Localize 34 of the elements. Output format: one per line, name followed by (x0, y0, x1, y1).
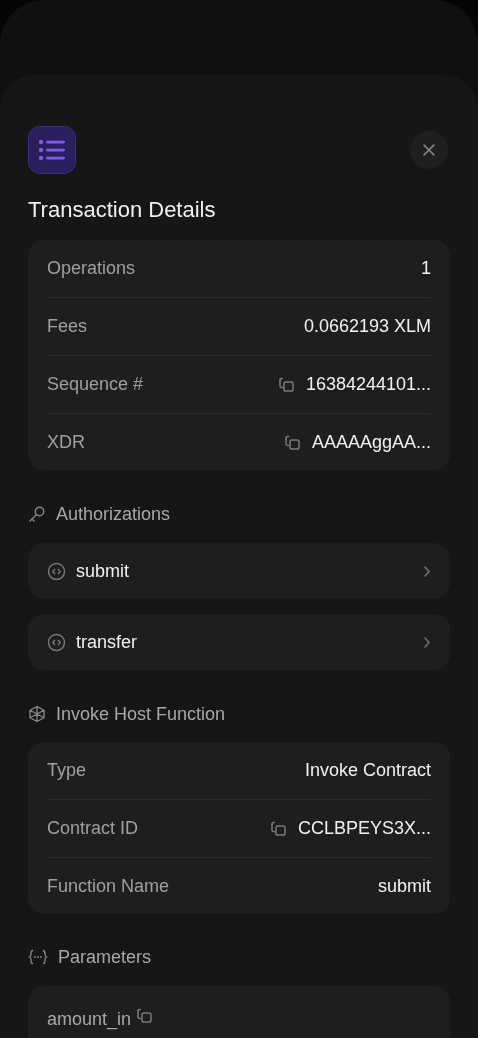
detail-label: XDR (47, 430, 85, 454)
key-icon (28, 505, 46, 523)
detail-label: Contract ID (47, 817, 139, 840)
detail-value: 1 (421, 257, 431, 280)
close-button[interactable] (410, 131, 448, 169)
detail-value: CCLBPEYS3X... (297, 817, 431, 840)
detail-value: 16384244101... (305, 373, 431, 396)
detail-value: AAAAAggAA... (311, 430, 431, 454)
code-icon (47, 561, 66, 581)
sheet-title: Transaction Details (28, 196, 217, 224)
list-icon (28, 126, 76, 174)
section-title: Invoke Host Function (56, 702, 226, 726)
copy-icon[interactable] (135, 1006, 155, 1025)
detail-label: Type (47, 759, 87, 782)
detail-value: Invoke Contract (304, 759, 431, 782)
detail-value: submit (378, 874, 431, 898)
chevron-right-icon (423, 635, 431, 649)
parameter-name: amount_in (47, 1008, 132, 1032)
code-icon (47, 632, 66, 652)
detail-label: Operations (47, 257, 136, 280)
detail-label: Function Name (47, 874, 170, 898)
authorization-item[interactable]: transfer (28, 614, 450, 670)
braces-icon (28, 949, 48, 965)
detail-label: Sequence # (47, 373, 144, 396)
copy-icon[interactable] (268, 819, 288, 838)
close-icon (422, 143, 436, 157)
authorization-item[interactable]: submit (28, 543, 450, 599)
section-title: Parameters (58, 945, 152, 969)
detail-label: Fees (47, 315, 88, 338)
cube-icon (28, 705, 46, 723)
copy-icon[interactable] (276, 375, 296, 394)
detail-value: 0.0662193 XLM (303, 315, 431, 338)
chevron-right-icon (423, 564, 431, 578)
section-title: Authorizations (56, 502, 171, 526)
